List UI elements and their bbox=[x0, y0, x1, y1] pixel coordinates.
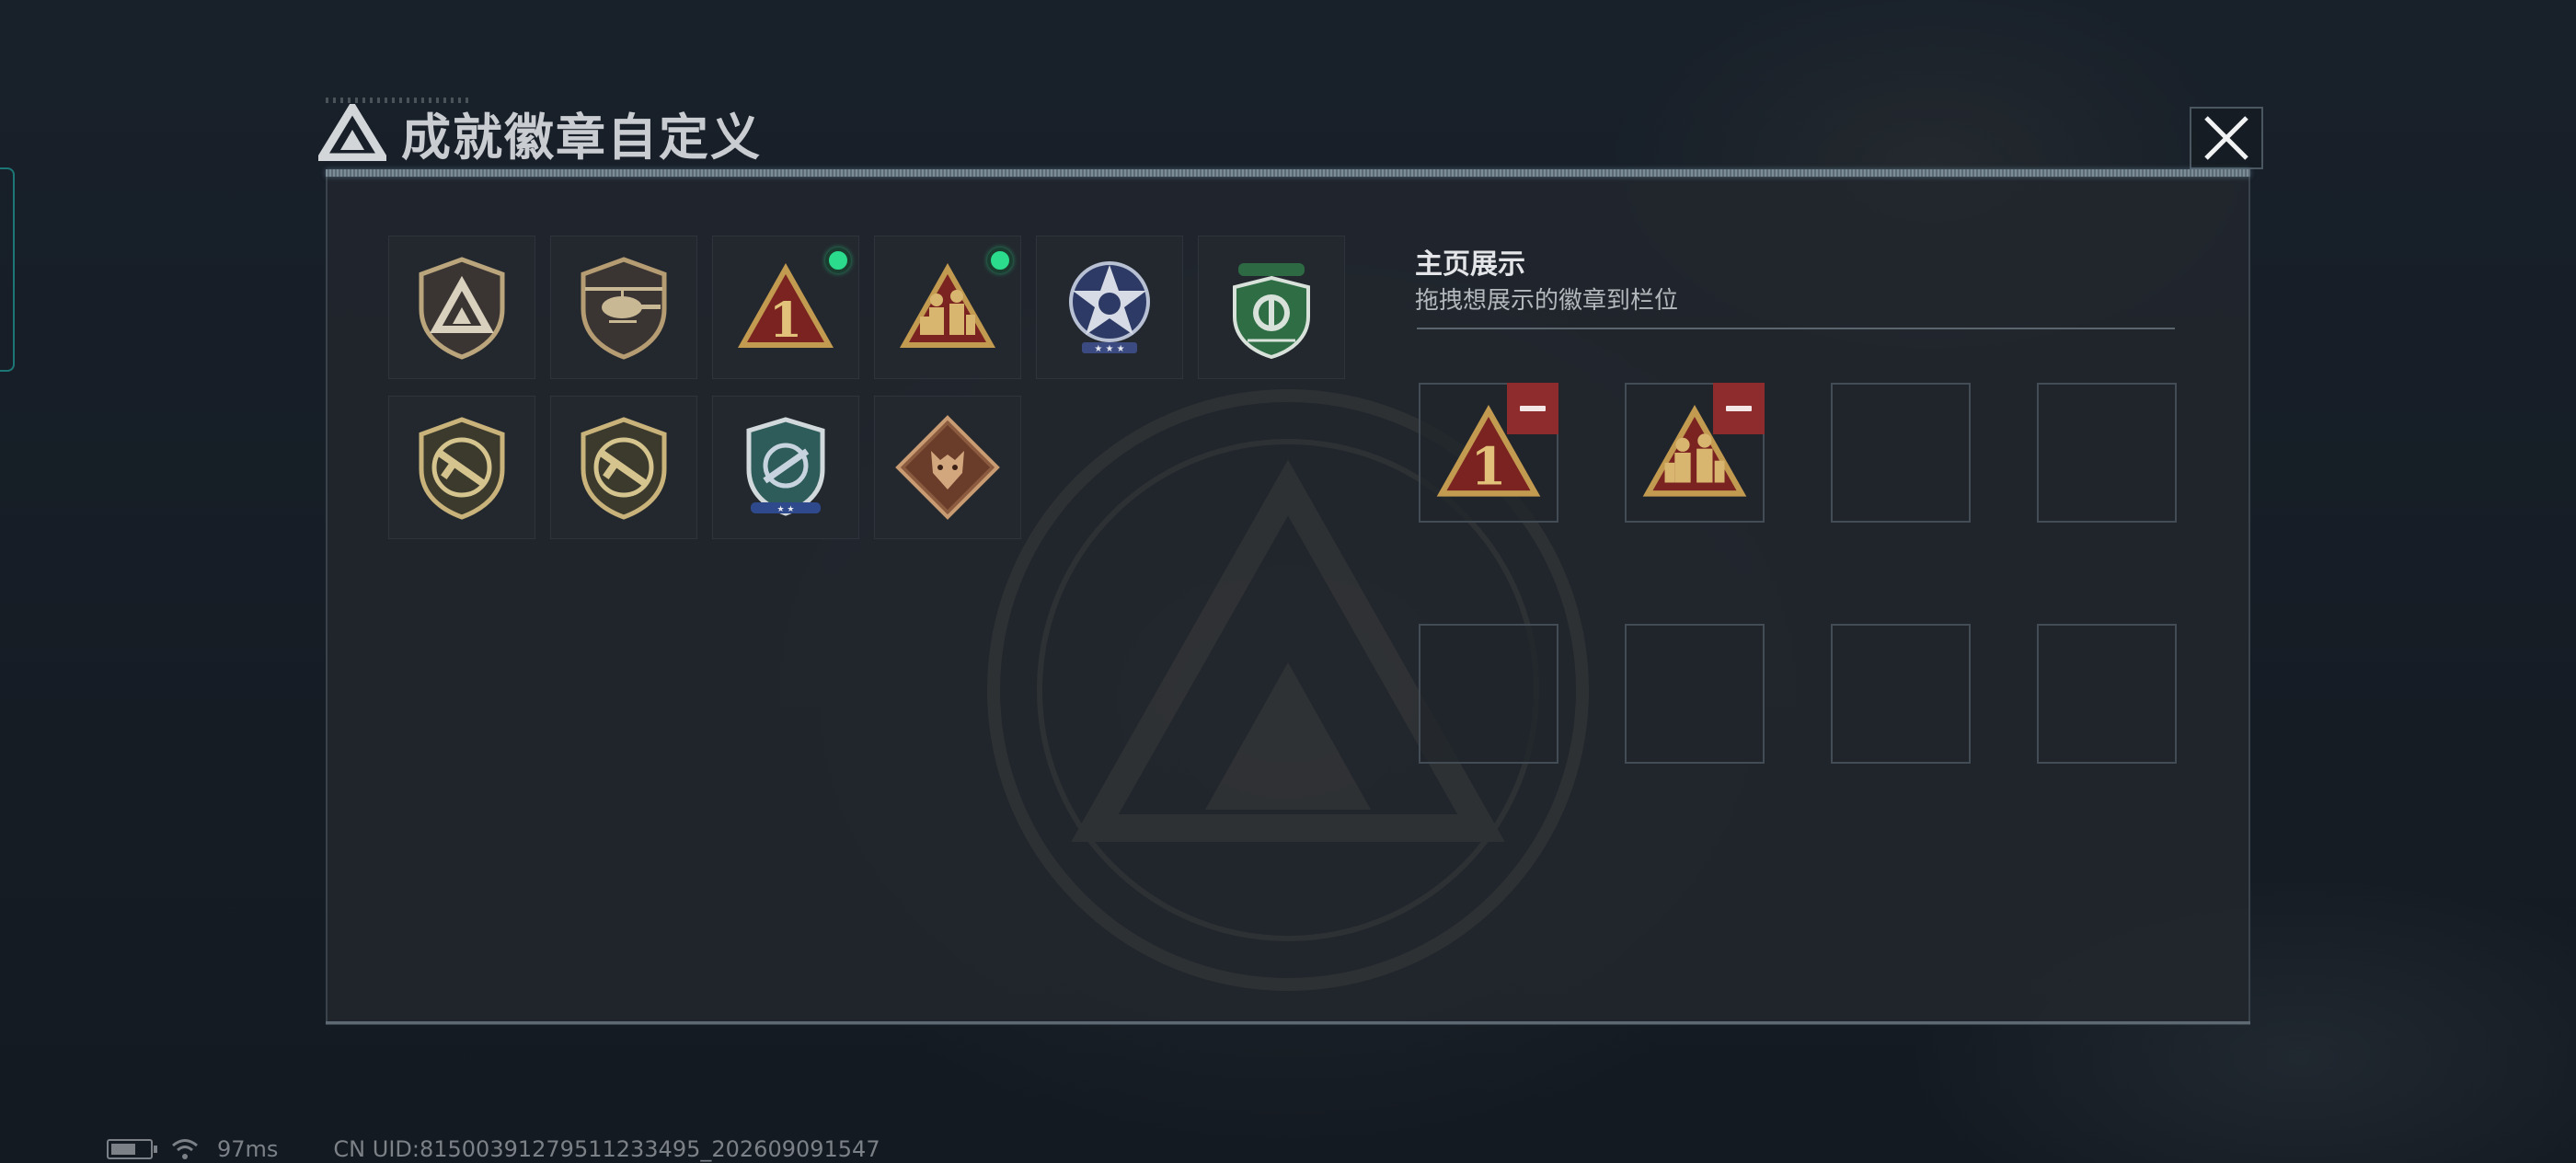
showcase-subtitle: 拖拽想展示的徽章到栏位 bbox=[1415, 287, 1679, 315]
ping-value: 97ms bbox=[217, 1136, 279, 1162]
soldiers-badge-icon bbox=[900, 263, 995, 348]
battery-icon bbox=[107, 1139, 157, 1159]
minus-icon bbox=[1520, 406, 1546, 411]
badge-item-helicopter[interactable] bbox=[550, 236, 697, 379]
blue-crest-badge-icon: ★ ★ bbox=[746, 417, 825, 516]
badge-item-soldiers[interactable] bbox=[874, 236, 1021, 379]
showcase-slot-2[interactable] bbox=[1625, 383, 1765, 523]
rifle-gold-badge-icon bbox=[581, 417, 667, 520]
side-tab-handle[interactable] bbox=[0, 167, 15, 372]
number-one-badge-icon: 1 bbox=[738, 263, 834, 349]
showcase-divider bbox=[1417, 328, 2175, 329]
helicopter-badge-icon bbox=[581, 257, 667, 360]
panel-top-border bbox=[326, 169, 2250, 177]
green-shield-badge-icon bbox=[1233, 263, 1310, 360]
svg-text:★ ★: ★ ★ bbox=[777, 505, 795, 514]
showcase-slot-5[interactable] bbox=[1419, 624, 1558, 764]
close-icon bbox=[2204, 116, 2248, 160]
equipped-indicator bbox=[825, 248, 851, 273]
showcase-slot-3[interactable] bbox=[1831, 383, 1971, 523]
uid-text: CN UID:815003912795112334​95_20260909154… bbox=[333, 1136, 880, 1162]
showcase-slot-7[interactable] bbox=[1831, 624, 1971, 764]
badge-item-blue-crest[interactable]: ★ ★ bbox=[712, 396, 859, 539]
remove-badge-button[interactable] bbox=[1507, 383, 1558, 434]
wolf-diamond-badge-icon bbox=[895, 415, 1000, 520]
rifle-gold-badge-icon bbox=[419, 417, 505, 520]
status-footer: 97ms CN UID:815003912795112334​95_202609… bbox=[107, 1135, 880, 1163]
svg-text:★ ★ ★: ★ ★ ★ bbox=[1094, 344, 1124, 354]
badge-item-number-one[interactable]: 1 bbox=[712, 236, 859, 379]
dialog-title: 成就徽章自定义 bbox=[401, 108, 762, 167]
showcase-slot-8[interactable] bbox=[2037, 624, 2177, 764]
badge-item-rifle-gold-2[interactable] bbox=[550, 396, 697, 539]
star-emblem-badge-icon: ★ ★ ★ bbox=[1069, 261, 1150, 354]
remove-badge-button[interactable] bbox=[1713, 383, 1765, 434]
badge-item-star-emblem[interactable]: ★ ★ ★ bbox=[1036, 236, 1183, 379]
showcase-title: 主页展示 bbox=[1415, 248, 1525, 281]
badge-item-green-shield[interactable] bbox=[1198, 236, 1345, 379]
equipped-indicator bbox=[987, 248, 1013, 273]
badge-collection: 1 ★ ★ ★ ★ ★ bbox=[388, 236, 1345, 539]
badge-item-wolf-diamond[interactable] bbox=[874, 396, 1021, 539]
svg-text:1: 1 bbox=[1470, 437, 1506, 498]
showcase-slot-1[interactable]: 1 bbox=[1419, 383, 1558, 523]
showcase-slot-4[interactable] bbox=[2037, 383, 2177, 523]
badge-item-delta-shield[interactable] bbox=[388, 236, 535, 379]
delta-logo-icon bbox=[318, 104, 386, 161]
dialog-header: 成就徽章自定义 bbox=[318, 96, 762, 169]
showcase-slot-6[interactable] bbox=[1625, 624, 1765, 764]
showcase-slots: 1 bbox=[1419, 383, 2177, 764]
minus-icon bbox=[1726, 406, 1752, 411]
svg-text:1: 1 bbox=[769, 293, 802, 349]
wifi-icon bbox=[172, 1139, 198, 1159]
close-button[interactable] bbox=[2190, 107, 2263, 169]
delta-shield-badge-icon bbox=[419, 257, 505, 360]
badge-item-rifle-gold-1[interactable] bbox=[388, 396, 535, 539]
panel-bottom-border bbox=[326, 1021, 2250, 1024]
